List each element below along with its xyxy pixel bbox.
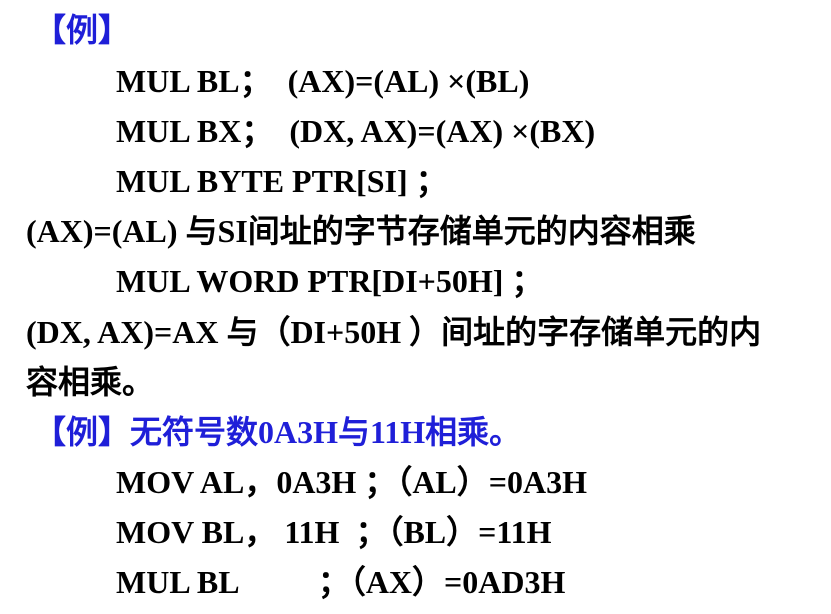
code-line-mul-bx: MUL BX； (DX, AX)=(AX) ×(BX) bbox=[116, 113, 596, 149]
code-line-mul-byte-ptr: MUL BYTE PTR[SI] ； bbox=[116, 163, 448, 199]
example-heading-2: 【例】无符号数0A3H与11H相乘。 bbox=[34, 414, 522, 450]
code-line-mov-al: MOV AL，0A3H ；（AL）=0A3H bbox=[116, 464, 588, 500]
comment-line-word-mul: (DX, AX)=AX 与（DI+50H ）间址的字存储单元的内 bbox=[26, 314, 762, 350]
code-line-mul-word-ptr: MUL WORD PTR[DI+50H] ； bbox=[116, 263, 544, 299]
comment-line-word-mul-cont: 容相乘。 bbox=[26, 364, 155, 400]
code-line-mul-bl-2: MUL BL ；（AX）=0AD3H bbox=[116, 564, 566, 600]
example-heading-1: 【例】 bbox=[34, 12, 131, 48]
comment-line-byte-mul: (AX)=(AL) 与SI间址的字节存储单元的内容相乘 bbox=[26, 213, 696, 249]
code-line-mov-bl: MOV BL， 11H ；（BL）=11H bbox=[116, 514, 552, 550]
code-line-mul-bl: MUL BL； (AX)=(AL) ×(BL) bbox=[116, 63, 530, 99]
